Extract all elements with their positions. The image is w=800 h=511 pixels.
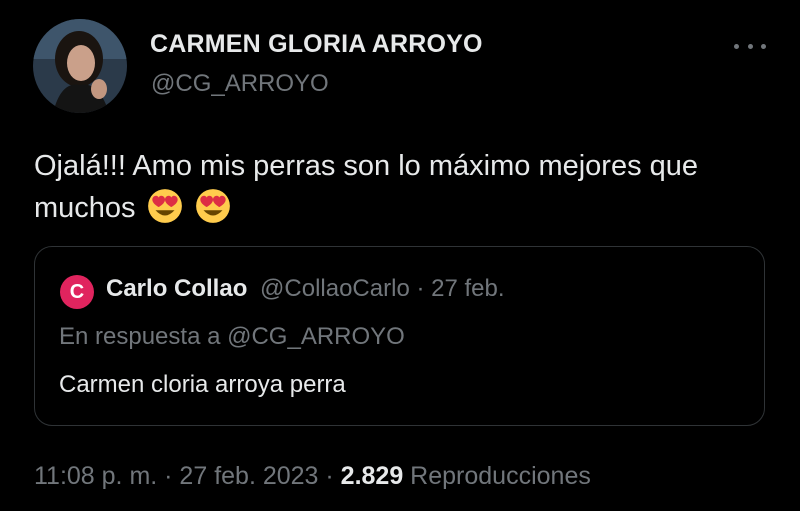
- more-options-icon[interactable]: [734, 36, 766, 56]
- quoted-header: Carlo Collao @CollaoCarlo · 27 feb.: [106, 275, 505, 303]
- views-count: 2.829: [340, 462, 404, 490]
- quoted-author-meta: @CollaoCarlo · 27 feb.: [260, 275, 505, 302]
- quoted-reply-to: En respuesta a @CG_ARROYO: [59, 323, 405, 350]
- dot: [734, 43, 739, 49]
- tweet-timestamp[interactable]: 11:08 p. m. · 27 feb. 2023 ·: [34, 462, 341, 490]
- author-avatar[interactable]: [33, 19, 127, 113]
- views-label: Reproducciones: [403, 462, 591, 490]
- heart-eyes-emoji-icon: [147, 189, 182, 223]
- quoted-author-name[interactable]: Carlo Collao: [106, 275, 247, 302]
- quoted-author-avatar[interactable]: C: [60, 275, 94, 309]
- dot: [761, 43, 766, 49]
- author-display-name[interactable]: CARMEN GLORIA ARROYO: [150, 30, 483, 59]
- quoted-text: Carmen cloria arroya perra: [59, 371, 346, 398]
- tweet-text: Ojalá!!! Amo mis perras son lo máximo me…: [34, 146, 774, 229]
- heart-eyes-emoji-icon: [195, 189, 230, 223]
- dot: [747, 43, 753, 49]
- tweet-body: Ojalá!!! Amo mis perras son lo máximo me…: [34, 150, 699, 224]
- tweet-footer: 11:08 p. m. · 27 feb. 2023 · 2.829 Repro…: [34, 462, 591, 491]
- quoted-tweet[interactable]: C Carlo Collao @CollaoCarlo · 27 feb. En…: [34, 246, 765, 426]
- author-handle[interactable]: @CG_ARROYO: [151, 70, 329, 98]
